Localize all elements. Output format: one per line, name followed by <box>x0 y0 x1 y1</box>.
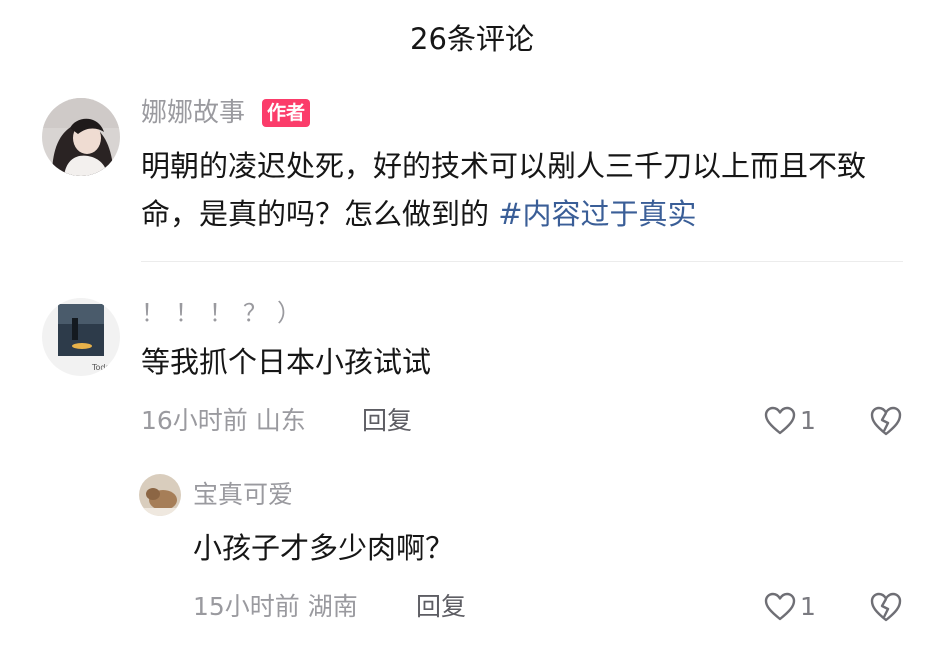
comment-meta: 16小时前 山东 <box>141 403 306 439</box>
woman-portrait-avatar-icon <box>42 98 120 176</box>
commenter-avatar[interactable] <box>139 474 181 516</box>
comment-text: 等我抓个日本小孩试试 <box>141 345 432 379</box>
comment-meta: 15小时前 湖南 <box>193 589 358 625</box>
commenter-avatar[interactable]: Today <box>42 298 120 376</box>
comments-header: 26条评论 <box>0 14 944 64</box>
comment-location: 湖南 <box>307 592 358 621</box>
hashtag-link[interactable]: #内容过于真实 <box>498 197 696 231</box>
author-badge: 作者 <box>262 99 311 127</box>
comment-time: 16小时前 <box>141 406 248 435</box>
author-username[interactable]: 娜娜故事 <box>141 94 245 132</box>
like-button[interactable]: 1 <box>764 403 816 439</box>
post-text: 明朝的凌迟处死，好的技术可以剐人三千刀以上而且不致命，是真的吗？怎么做到的 #内… <box>141 142 921 238</box>
comment-username[interactable]: ！！！？） <box>141 296 311 330</box>
comment-username[interactable]: 宝真可爱 <box>193 477 293 513</box>
comment-time: 15小时前 <box>193 592 300 621</box>
cat-photo-avatar-icon <box>139 474 181 516</box>
comment-location: 山东 <box>255 406 306 435</box>
like-button[interactable]: 1 <box>764 589 816 625</box>
broken-heart-icon <box>870 406 902 436</box>
divider <box>141 261 903 262</box>
comment-text: 小孩子才多少肉啊？ <box>193 531 455 565</box>
like-count: 1 <box>800 406 816 435</box>
dislike-button[interactable] <box>869 404 903 438</box>
dislike-button[interactable] <box>869 590 903 624</box>
broken-heart-icon <box>870 592 902 622</box>
like-count: 1 <box>800 592 816 621</box>
reply-button[interactable]: 回复 <box>416 589 466 625</box>
reply-button[interactable]: 回复 <box>362 403 412 439</box>
heart-icon <box>764 592 796 621</box>
author-avatar[interactable] <box>42 98 120 176</box>
comment-count-title: 26条评论 <box>410 22 534 56</box>
heart-icon <box>764 406 796 435</box>
svg-text:Today: Today <box>91 363 115 372</box>
night-photo-avatar-icon: Today <box>42 298 120 376</box>
